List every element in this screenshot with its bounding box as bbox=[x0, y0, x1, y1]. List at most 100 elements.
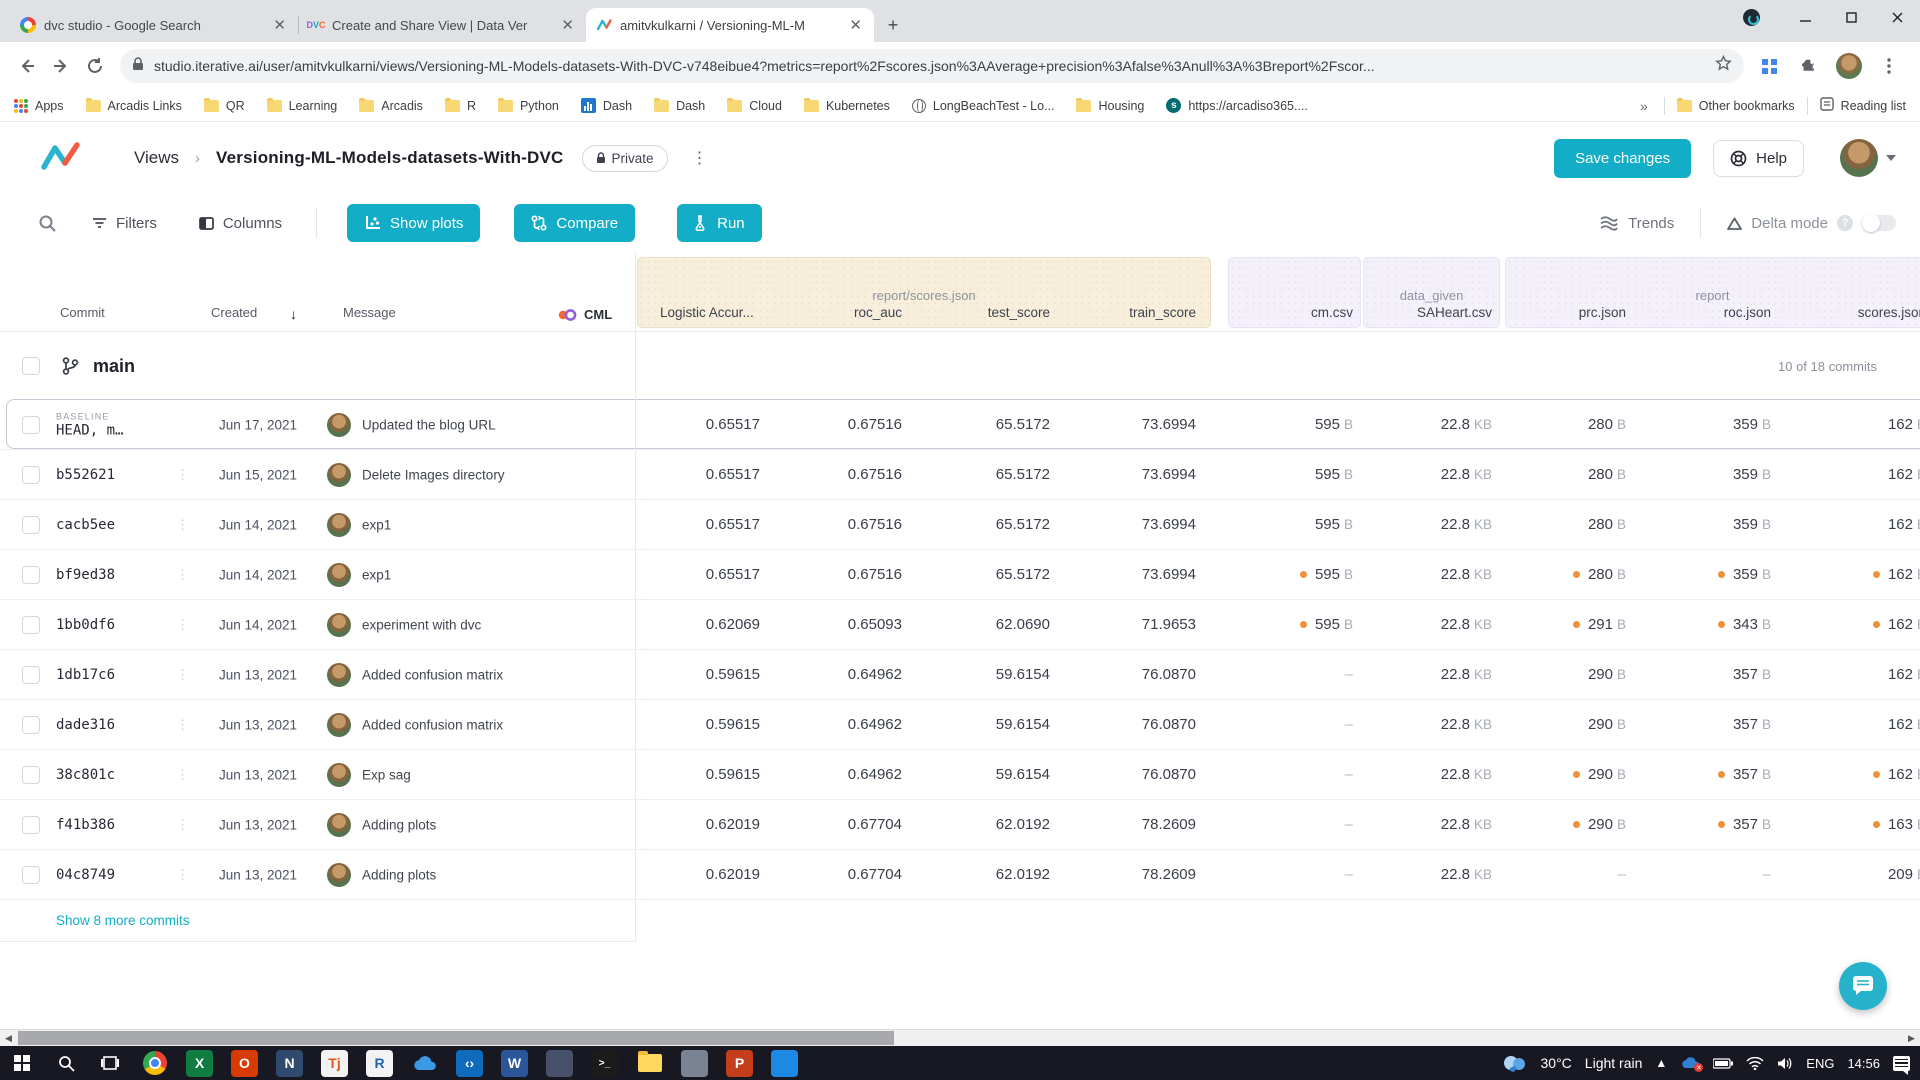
weather-temp[interactable]: 30°C bbox=[1541, 1055, 1572, 1071]
table-row[interactable]: 38c801c⋮Jun 13, 2021Exp sag0.596150.6496… bbox=[0, 750, 1920, 800]
taskbar-app-tj-app-icon[interactable]: Tj bbox=[312, 1046, 357, 1080]
weather-condition[interactable]: Light rain bbox=[1585, 1055, 1643, 1071]
taskbar-app-file-explorer-icon[interactable] bbox=[627, 1046, 672, 1080]
bookmark-item[interactable]: Apps bbox=[14, 99, 64, 113]
studio-logo[interactable] bbox=[40, 141, 82, 176]
scrollbar-thumb[interactable] bbox=[18, 1031, 894, 1045]
browser-menu-icon[interactable] bbox=[1872, 49, 1906, 83]
taskbar-app-window-app-icon[interactable] bbox=[672, 1046, 717, 1080]
row-checkbox[interactable] bbox=[22, 816, 40, 834]
branch-checkbox[interactable] bbox=[22, 357, 40, 375]
taskbar-app-notepad-icon[interactable]: N bbox=[267, 1046, 312, 1080]
taskbar-app-blue-tile-icon[interactable] bbox=[762, 1046, 807, 1080]
row-menu-icon[interactable]: ⋮ bbox=[176, 867, 189, 883]
row-menu-icon[interactable]: ⋮ bbox=[176, 567, 189, 583]
clock[interactable]: 14:56 bbox=[1847, 1056, 1880, 1071]
row-menu-icon[interactable]: ⋮ bbox=[176, 767, 189, 783]
bookmark-item[interactable]: Housing bbox=[1076, 99, 1144, 113]
table-row[interactable]: bf9ed38⋮Jun 14, 2021exp10.655170.6751665… bbox=[0, 550, 1920, 600]
taskbar-app-slate-app-icon[interactable] bbox=[537, 1046, 582, 1080]
col-test-score[interactable]: test_score bbox=[910, 305, 1058, 320]
back-button[interactable] bbox=[10, 49, 44, 83]
maximize-button[interactable] bbox=[1828, 0, 1874, 34]
col-saheart-csv[interactable]: SAHeart.csv bbox=[1363, 305, 1500, 320]
browser-tab[interactable]: DVCCreate and Share View | Data Ver✕ bbox=[298, 8, 586, 42]
weather-icon[interactable] bbox=[1500, 1053, 1528, 1073]
bookmark-item[interactable]: Arcadis bbox=[359, 99, 423, 113]
close-button[interactable] bbox=[1874, 0, 1920, 34]
minimize-button[interactable] bbox=[1782, 0, 1828, 34]
row-menu-icon[interactable]: ⋮ bbox=[176, 717, 189, 733]
bookmark-item[interactable]: Cloud bbox=[727, 99, 782, 113]
address-bar[interactable]: studio.iterative.ai/user/amitvkulkarni/v… bbox=[120, 49, 1744, 83]
trends-button[interactable]: Trends bbox=[1599, 215, 1674, 232]
scroll-left-arrow[interactable]: ◀ bbox=[0, 1030, 17, 1046]
table-row[interactable]: BASELINEHEAD, m…Jun 17, 2021Updated the … bbox=[0, 400, 1920, 450]
chat-widget-button[interactable] bbox=[1839, 962, 1887, 1010]
bookmark-star-icon[interactable] bbox=[1715, 55, 1732, 77]
task-view-icon[interactable] bbox=[88, 1046, 132, 1080]
bookmark-item[interactable]: R bbox=[445, 99, 476, 113]
other-bookmarks[interactable]: Other bookmarks bbox=[1677, 99, 1795, 113]
row-menu-icon[interactable]: ⋮ bbox=[176, 667, 189, 683]
taskbar-app-office-icon[interactable]: O bbox=[222, 1046, 267, 1080]
bookmark-item[interactable]: shttps://arcadiso365.... bbox=[1166, 98, 1308, 113]
table-row[interactable]: 1db17c6⋮Jun 13, 2021Added confusion matr… bbox=[0, 650, 1920, 700]
taskbar-app-r-app-icon[interactable]: R bbox=[357, 1046, 402, 1080]
onedrive-icon[interactable]: ✕ bbox=[1680, 1056, 1700, 1070]
table-row[interactable]: cacb5ee⋮Jun 14, 2021exp10.655170.6751665… bbox=[0, 500, 1920, 550]
profile-avatar[interactable] bbox=[1832, 49, 1866, 83]
taskbar-app-vscode-icon[interactable]: ‹› bbox=[447, 1046, 492, 1080]
battery-icon[interactable] bbox=[1713, 1058, 1733, 1069]
scroll-right-arrow[interactable]: ▶ bbox=[1903, 1030, 1920, 1046]
browser-tab[interactable]: amitvkulkarni / Versioning-ML-M✕ bbox=[586, 8, 874, 42]
bookmark-item[interactable]: Dash bbox=[581, 98, 632, 113]
avatar-caret-icon[interactable] bbox=[1886, 155, 1896, 161]
taskbar-app-word-icon[interactable]: W bbox=[492, 1046, 537, 1080]
horizontal-scrollbar[interactable]: ◀ ▶ bbox=[0, 1029, 1920, 1046]
branch-name[interactable]: main bbox=[93, 356, 135, 377]
language-indicator[interactable]: ENG bbox=[1806, 1056, 1834, 1071]
help-button[interactable]: Help bbox=[1713, 140, 1804, 177]
row-checkbox[interactable] bbox=[22, 416, 40, 434]
tab-close-icon[interactable]: ✕ bbox=[559, 16, 576, 35]
bookmark-item[interactable]: Learning bbox=[267, 99, 338, 113]
col-message[interactable]: Message bbox=[343, 305, 396, 320]
search-icon[interactable] bbox=[30, 206, 64, 240]
row-checkbox[interactable] bbox=[22, 866, 40, 884]
taskbar-app-chrome-icon[interactable] bbox=[132, 1046, 177, 1080]
col-roc-json[interactable]: roc.json bbox=[1634, 305, 1779, 320]
row-menu-icon[interactable]: ⋮ bbox=[176, 817, 189, 833]
view-menu-icon[interactable]: ⋮ bbox=[692, 148, 708, 168]
bookmark-item[interactable]: Kubernetes bbox=[804, 99, 890, 113]
row-checkbox[interactable] bbox=[22, 466, 40, 484]
row-checkbox[interactable] bbox=[22, 566, 40, 584]
row-checkbox[interactable] bbox=[22, 666, 40, 684]
show-more-commits-link[interactable]: Show 8 more commits bbox=[56, 913, 190, 928]
user-avatar[interactable] bbox=[1840, 139, 1878, 177]
extensions-puzzle-icon[interactable] bbox=[1792, 49, 1826, 83]
bookmark-item[interactable]: Dash bbox=[654, 99, 705, 113]
volume-icon[interactable] bbox=[1777, 1057, 1793, 1070]
show-plots-button[interactable]: Show plots bbox=[347, 204, 480, 242]
apps-grid-icon[interactable] bbox=[1752, 49, 1786, 83]
table-row[interactable]: 04c8749⋮Jun 13, 2021Adding plots0.620190… bbox=[0, 850, 1920, 900]
start-button[interactable] bbox=[0, 1046, 44, 1080]
row-checkbox[interactable] bbox=[22, 516, 40, 534]
save-changes-button[interactable]: Save changes bbox=[1554, 139, 1691, 178]
breadcrumb-views[interactable]: Views bbox=[134, 148, 179, 168]
tab-close-icon[interactable]: ✕ bbox=[271, 16, 288, 35]
table-row[interactable]: dade316⋮Jun 13, 2021Added confusion matr… bbox=[0, 700, 1920, 750]
row-checkbox[interactable] bbox=[22, 716, 40, 734]
col-created[interactable]: Created bbox=[211, 305, 257, 320]
row-menu-icon[interactable]: ⋮ bbox=[176, 467, 189, 483]
tab-close-icon[interactable]: ✕ bbox=[847, 16, 864, 35]
notification-center-icon[interactable] bbox=[1893, 1056, 1910, 1071]
col-cml[interactable]: CML bbox=[556, 307, 612, 322]
compare-button[interactable]: Compare bbox=[514, 204, 635, 242]
delta-mode-switch[interactable] bbox=[1862, 215, 1896, 231]
run-button[interactable]: Run bbox=[677, 204, 762, 242]
table-row[interactable]: 1bb0df6⋮Jun 14, 2021experiment with dvc0… bbox=[0, 600, 1920, 650]
row-menu-icon[interactable]: ⋮ bbox=[176, 517, 189, 533]
filters-button[interactable]: Filters bbox=[92, 215, 157, 232]
